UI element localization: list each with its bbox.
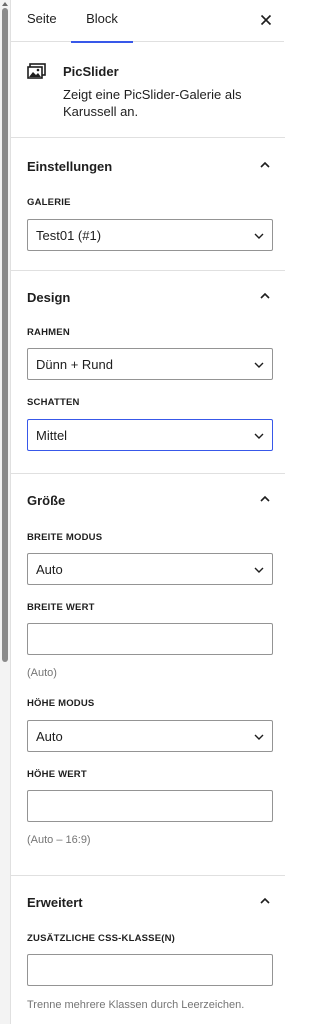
chevron-down-icon	[254, 233, 264, 239]
chevron-up-icon[interactable]	[259, 161, 271, 169]
field-label-hoehe-wert: HÖHE WERT	[27, 769, 87, 780]
schatten-select[interactable]: Mittel	[27, 419, 273, 451]
block-card: PicSlider Zeigt eine PicSlider-Galerie a…	[11, 42, 285, 138]
block-title: PicSlider	[63, 64, 119, 79]
breite-modus-select-value: Auto	[36, 562, 63, 577]
field-label-schatten: SCHATTEN	[27, 397, 80, 408]
block-settings-sidebar: Seite Block PicSlider Zeigt eine PicSlid…	[10, 0, 285, 1024]
close-icon[interactable]	[256, 10, 276, 30]
tab-block[interactable]: Block	[71, 0, 133, 43]
panel-erweitert: Erweitert ZUSÄTZLICHE CSS-KLASSE(N) Tren…	[11, 876, 285, 1024]
field-label-css-klassen: ZUSÄTZLICHE CSS-KLASSE(N)	[27, 933, 176, 944]
field-label-breite-modus: BREITE MODUS	[27, 532, 103, 543]
hoehe-modus-select-value: Auto	[36, 729, 63, 744]
css-klassen-input[interactable]	[27, 954, 273, 986]
chevron-down-icon	[254, 734, 264, 740]
chevron-up-icon[interactable]	[259, 292, 271, 300]
breite-wert-help: (Auto)	[27, 667, 57, 679]
rahmen-select-value: Dünn + Rund	[36, 357, 113, 372]
panel-title-groesse[interactable]: Größe	[27, 493, 65, 508]
block-description: Zeigt eine PicSlider-Galerie als Karusse…	[63, 87, 242, 119]
panel-title-erweitert[interactable]: Erweitert	[27, 895, 83, 910]
chevron-down-icon	[254, 433, 264, 439]
chevron-up-icon[interactable]	[259, 495, 271, 503]
tab-seite[interactable]: Seite	[27, 0, 57, 42]
field-label-rahmen: RAHMEN	[27, 327, 70, 338]
schatten-select-value: Mittel	[36, 428, 68, 443]
field-label-breite-wert: BREITE WERT	[27, 602, 95, 613]
sidebar-tabs: Seite Block	[11, 0, 284, 43]
field-label-hoehe-modus: HÖHE MODUS	[27, 698, 95, 709]
panel-design: Design RAHMEN Dünn + Rund SCHATTEN Mitte…	[11, 271, 285, 474]
panel-einstellungen: Einstellungen GALERIE Test01 (#1)	[11, 138, 285, 271]
chevron-down-icon	[254, 567, 264, 573]
panel-title-einstellungen[interactable]: Einstellungen	[27, 159, 112, 174]
galerie-select-value: Test01 (#1)	[36, 228, 102, 243]
css-klassen-help: Trenne mehrere Klassen durch Leerzeichen…	[27, 999, 245, 1011]
chevron-up-icon[interactable]	[259, 897, 271, 905]
panel-groesse: Größe BREITE MODUS Auto BREITE WERT (Aut…	[11, 474, 285, 876]
field-label-galerie: GALERIE	[27, 197, 71, 208]
panel-title-design[interactable]: Design	[27, 290, 70, 305]
breite-wert-input[interactable]	[27, 623, 273, 655]
scrollbar-thumb[interactable]	[2, 8, 8, 662]
hoehe-wert-input[interactable]	[27, 790, 273, 822]
chevron-down-icon	[254, 362, 264, 368]
gallery-icon	[27, 63, 46, 79]
galerie-select[interactable]: Test01 (#1)	[27, 219, 273, 251]
hoehe-wert-help: (Auto – 16:9)	[27, 834, 91, 846]
rahmen-select[interactable]: Dünn + Rund	[27, 348, 273, 380]
hoehe-modus-select[interactable]: Auto	[27, 720, 273, 752]
scrollbar[interactable]	[0, 0, 10, 1024]
breite-modus-select[interactable]: Auto	[27, 553, 273, 585]
scroll-up-arrow-icon[interactable]	[1, 0, 9, 8]
